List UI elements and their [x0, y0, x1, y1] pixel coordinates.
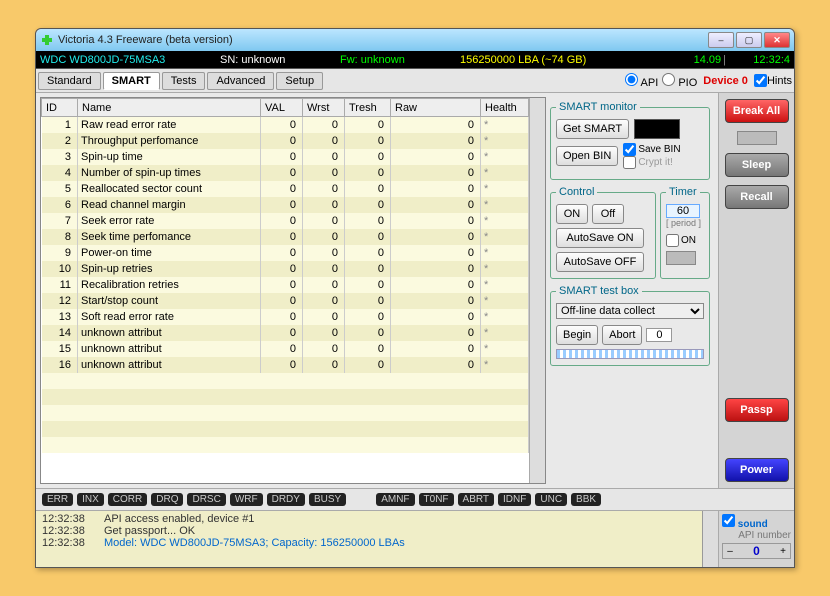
badge-wrf: WRF	[230, 493, 263, 506]
badge-unc: UNC	[535, 493, 567, 506]
table-row[interactable]: 7Seek error rate0000*	[42, 213, 529, 229]
table-row[interactable]: 4Number of spin-up times0000*	[42, 165, 529, 181]
table-row[interactable]: 15unknown attribut0000*	[42, 341, 529, 357]
drive-sn: SN: unknown	[220, 54, 340, 66]
drive-info-bar: WDC WD800JD-75MSA3 SN: unknown Fw: unkno…	[36, 51, 794, 69]
badge-busy: BUSY	[309, 493, 346, 506]
table-row[interactable]: 3Spin-up time0000*	[42, 149, 529, 165]
abort-button[interactable]: Abort	[602, 325, 642, 345]
app-window: Victoria 4.3 Freeware (beta version) – ▢…	[35, 28, 795, 568]
control-on-button[interactable]: ON	[556, 204, 588, 224]
device-label: Device 0	[703, 75, 748, 87]
timer-led	[666, 251, 696, 265]
control-off-button[interactable]: Off	[592, 204, 624, 224]
drive-model: WDC WD800JD-75MSA3	[40, 54, 220, 66]
save-bin-checkbox[interactable]: Save BIN	[623, 143, 680, 156]
get-smart-button[interactable]: Get SMART	[556, 119, 629, 139]
tab-bar: StandardSMARTTestsAdvancedSetup API PIO …	[36, 69, 794, 93]
badge-idnf: IDNF	[498, 493, 531, 506]
table-row[interactable]: 1Raw read error rate0000*	[42, 117, 529, 133]
badge-t0nf: T0NF	[419, 493, 454, 506]
smart-monitor-group: SMART monitor Get SMART Open BIN Save BI…	[550, 101, 710, 180]
autosave-off-button[interactable]: AutoSave OFF	[556, 252, 644, 272]
api-number-label: API number	[722, 530, 791, 541]
sound-checkbox[interactable]: sound	[722, 514, 791, 530]
log-scrollbar[interactable]	[702, 511, 718, 567]
tab-smart[interactable]: SMART	[103, 72, 160, 90]
drive-fw: Fw: unknown	[340, 54, 460, 66]
badge-drdy: DRDY	[267, 493, 305, 506]
col-name[interactable]: Name	[78, 99, 261, 117]
crypt-it-checkbox[interactable]: Crypt it!	[623, 156, 680, 169]
smart-test-group: SMART test box Off-line data collect Beg…	[550, 285, 710, 366]
minimize-button[interactable]: –	[708, 32, 734, 48]
slot-1	[737, 131, 777, 145]
test-value-input[interactable]	[646, 328, 672, 342]
tab-advanced[interactable]: Advanced	[207, 72, 274, 90]
mode-pio-radio[interactable]: PIO	[662, 73, 697, 89]
autosave-on-button[interactable]: AutoSave ON	[556, 228, 644, 248]
badge-corr: CORR	[108, 493, 147, 506]
col-id[interactable]: ID	[42, 99, 78, 117]
right-toolbar: Break All Sleep Recall Passp Power	[718, 93, 794, 488]
table-row[interactable]: 12Start/stop count0000*	[42, 293, 529, 309]
mode-api-radio[interactable]: API	[625, 73, 658, 89]
tab-standard[interactable]: Standard	[38, 72, 101, 90]
col-health[interactable]: Health	[481, 99, 529, 117]
control-group: Control ON Off AutoSave ON AutoSave OFF	[550, 186, 656, 279]
table-scrollbar[interactable]	[529, 98, 545, 483]
smart-led	[634, 119, 680, 139]
test-progress	[556, 349, 704, 359]
table-row[interactable]: 10Spin-up retries0000*	[42, 261, 529, 277]
power-button[interactable]: Power	[725, 458, 789, 482]
badge-amnf: AMNF	[376, 493, 414, 506]
table-row[interactable]: 11Recalibration retries0000*	[42, 277, 529, 293]
tab-setup[interactable]: Setup	[276, 72, 323, 90]
window-title: Victoria 4.3 Freeware (beta version)	[58, 34, 706, 46]
begin-button[interactable]: Begin	[556, 325, 598, 345]
col-wrst[interactable]: Wrst	[303, 99, 345, 117]
passp-button[interactable]: Passp	[725, 398, 789, 422]
break-all-button[interactable]: Break All	[725, 99, 789, 123]
close-button[interactable]: ✕	[764, 32, 790, 48]
timer-input[interactable]	[666, 204, 700, 218]
table-row[interactable]: 9Power-on time0000*	[42, 245, 529, 261]
badge-bbk: BBK	[571, 493, 601, 506]
app-icon	[40, 33, 54, 47]
titlebar[interactable]: Victoria 4.3 Freeware (beta version) – ▢…	[36, 29, 794, 51]
api-minus[interactable]: –	[723, 546, 737, 557]
api-number-stepper[interactable]: – 0 +	[722, 543, 791, 559]
timer-group: Timer [ period ] ON	[660, 186, 710, 279]
table-row[interactable]: 2Throughput perfomance0000*	[42, 133, 529, 149]
date-label: 14.09	[671, 54, 721, 66]
maximize-button[interactable]: ▢	[736, 32, 762, 48]
badge-err: ERR	[42, 493, 73, 506]
badge-inx: INX	[77, 493, 104, 506]
drive-lba: 156250000 LBA (~74 GB)	[460, 54, 671, 66]
table-row[interactable]: 13Soft read error rate0000*	[42, 309, 529, 325]
log-area: 12:32:38API access enabled, device #112:…	[36, 511, 702, 567]
table-row[interactable]: 6Read channel margin0000*	[42, 197, 529, 213]
timer-on-checkbox[interactable]: ON	[666, 234, 704, 247]
sleep-button[interactable]: Sleep	[725, 153, 789, 177]
smart-table: IDNameVALWrstTreshRawHealth 1Raw read er…	[40, 97, 546, 484]
table-row[interactable]: 5Reallocated sector count0000*	[42, 181, 529, 197]
table-row[interactable]: 8Seek time perfomance0000*	[42, 229, 529, 245]
badge-drsc: DRSC	[187, 493, 225, 506]
open-bin-button[interactable]: Open BIN	[556, 146, 618, 166]
table-row[interactable]: 16unknown attribut0000*	[42, 357, 529, 373]
hints-checkbox[interactable]: Hints	[754, 74, 792, 87]
recall-button[interactable]: Recall	[725, 185, 789, 209]
table-row[interactable]: 14unknown attribut0000*	[42, 325, 529, 341]
col-tresh[interactable]: Tresh	[345, 99, 391, 117]
test-select[interactable]: Off-line data collect	[556, 303, 704, 319]
col-val[interactable]: VAL	[261, 99, 303, 117]
clock-label: 12:32:4	[728, 54, 790, 66]
badge-drq: DRQ	[151, 493, 183, 506]
status-badges: ERR INX CORR DRQ DRSC WRF DRDY BUSY AMNF T0NF ABRT…	[36, 488, 794, 510]
tab-tests[interactable]: Tests	[162, 72, 206, 90]
badge-abrt: ABRT	[458, 493, 495, 506]
api-plus[interactable]: +	[776, 546, 790, 557]
col-raw[interactable]: Raw	[391, 99, 481, 117]
